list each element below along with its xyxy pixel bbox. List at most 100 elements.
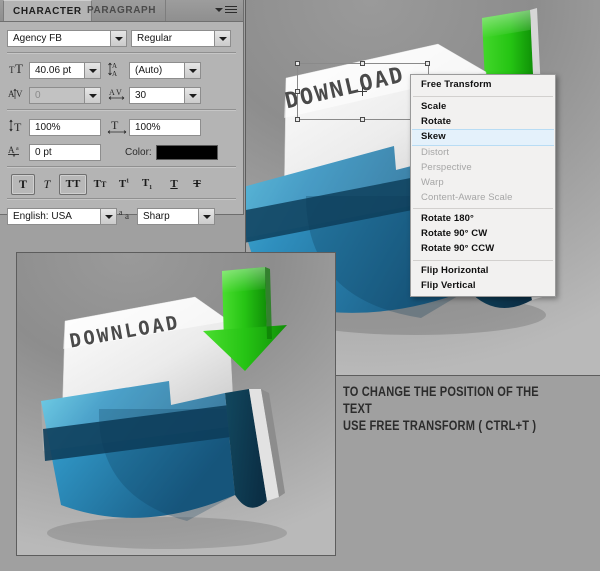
- svg-text:A: A: [109, 88, 115, 97]
- anti-alias-select[interactable]: Sharp: [137, 208, 215, 225]
- menu-item-distort: Distort: [411, 146, 555, 161]
- divider: [7, 198, 236, 200]
- subscript-button[interactable]: T1: [136, 175, 158, 194]
- font-style-select[interactable]: Regular: [131, 30, 231, 47]
- size-leading-row: TT 40.06 pt AA (Auto): [7, 59, 236, 81]
- chevron-down-icon[interactable]: [84, 87, 100, 104]
- vertical-scale-input[interactable]: 100%: [29, 119, 101, 136]
- panel-tab-bar: CHARACTER PARAGRAPH: [0, 0, 243, 22]
- small-caps-button[interactable]: TT: [88, 175, 112, 194]
- scale-row: T 100% T 100%: [7, 116, 236, 138]
- transform-handle-tl[interactable]: [295, 61, 300, 66]
- divider: [7, 109, 236, 111]
- strikethrough-button[interactable]: T: [186, 175, 208, 194]
- kerning-value: 0: [35, 90, 41, 101]
- horizontal-scale-input[interactable]: 100%: [129, 119, 201, 136]
- kerning-icon: AV: [7, 86, 29, 104]
- tracking-value: 30: [135, 90, 146, 101]
- chevron-down-icon[interactable]: [198, 208, 214, 225]
- font-style-value: Regular: [137, 33, 172, 44]
- all-caps-button[interactable]: TT: [59, 174, 87, 195]
- leading-input[interactable]: (Auto): [129, 62, 201, 79]
- chevron-down-icon[interactable]: [184, 62, 200, 79]
- svg-text:T: T: [15, 61, 23, 75]
- leading-value: (Auto): [135, 65, 162, 76]
- menu-separator: [413, 260, 553, 261]
- vertical-scale-icon: T: [7, 118, 29, 136]
- menu-item-free-transform[interactable]: Free Transform: [411, 78, 555, 93]
- font-size-input[interactable]: 40.06 pt: [29, 62, 101, 79]
- menu-item-scale[interactable]: Scale: [411, 100, 555, 115]
- kerning-tracking-row: AV 0 AV 30: [7, 84, 236, 106]
- chevron-down-icon[interactable]: [110, 30, 126, 47]
- chevron-down-icon[interactable]: [214, 30, 230, 47]
- menu-item-skew[interactable]: Skew: [412, 129, 554, 146]
- menu-item-rotate-90-cw[interactable]: Rotate 90° CW: [411, 227, 555, 242]
- faux-bold-button[interactable]: T: [11, 174, 35, 195]
- transform-handle-bc[interactable]: [360, 117, 365, 122]
- type-style-buttons: T T TT TT T1 T1 T: [7, 173, 236, 195]
- divider: [7, 166, 236, 168]
- transform-handle-ml[interactable]: [295, 89, 300, 94]
- chevron-down-icon[interactable]: [84, 62, 100, 79]
- menu-item-rotate-90-ccw[interactable]: Rotate 90° CCW: [411, 242, 555, 257]
- menu-separator: [413, 96, 553, 97]
- baseline-shift-input[interactable]: 0 pt: [29, 144, 101, 161]
- tutorial-image-bottom: DOWNLOAD: [16, 252, 336, 556]
- chevron-down-icon[interactable]: [184, 87, 200, 104]
- svg-text:a: a: [119, 208, 123, 217]
- svg-text:T: T: [14, 120, 22, 133]
- svg-text:A: A: [8, 145, 15, 155]
- divider: [7, 52, 236, 54]
- screenshot-stage: DOWNLOAD Free Transform ScaleRotateSkewDi…: [0, 0, 600, 571]
- menu-item-warp: Warp: [411, 176, 555, 191]
- underline-button[interactable]: T: [163, 175, 185, 194]
- font-size-icon: TT: [7, 61, 29, 79]
- caption-line-1: TO CHANGE THE POSITION OF THE TEXT: [343, 383, 548, 417]
- superscript-button[interactable]: T1: [113, 175, 135, 194]
- caption-text: TO CHANGE THE POSITION OF THE TEXT USE F…: [343, 383, 548, 434]
- caption-line-2: USE FREE TRANSFORM ( CTRL+T ): [343, 417, 548, 434]
- transform-reference-point[interactable]: [358, 87, 367, 96]
- color-label: Color:: [125, 147, 152, 158]
- font-row: Agency FB Regular: [7, 27, 236, 49]
- transform-handle-tc[interactable]: [360, 61, 365, 66]
- language-select[interactable]: English: USA: [7, 208, 117, 225]
- text-color-swatch[interactable]: [156, 145, 218, 160]
- panel-body: Agency FB Regular TT 40.06 pt: [0, 22, 243, 227]
- svg-text:V: V: [116, 88, 122, 97]
- panel-menu-icon[interactable]: [215, 5, 237, 16]
- menu-item-perspective: Perspective: [411, 161, 555, 176]
- tracking-icon: AV: [107, 86, 129, 104]
- svg-text:a: a: [125, 211, 129, 221]
- anti-alias-value: Sharp: [143, 211, 170, 222]
- horizontal-scale-icon: T: [107, 118, 129, 136]
- svg-text:T: T: [111, 118, 119, 132]
- menu-item-flip-vertical[interactable]: Flip Vertical: [411, 279, 555, 294]
- tracking-input[interactable]: 30: [129, 87, 201, 104]
- anti-alias-icon: aa: [117, 207, 137, 225]
- font-family-select[interactable]: Agency FB: [7, 30, 127, 47]
- menu-item-flip-horizontal[interactable]: Flip Horizontal: [411, 264, 555, 279]
- menu-item-rotate[interactable]: Rotate: [411, 115, 555, 130]
- transform-context-menu[interactable]: Free Transform ScaleRotateSkewDistortPers…: [410, 74, 556, 297]
- chevron-down-icon[interactable]: [100, 208, 116, 225]
- language-antialias-row: English: USA aa Sharp: [7, 205, 236, 227]
- svg-text:A: A: [112, 70, 117, 77]
- tab-paragraph[interactable]: PARAGRAPH: [78, 0, 166, 21]
- svg-text:a: a: [16, 146, 19, 152]
- svg-text:A: A: [112, 62, 117, 70]
- svg-text:V: V: [16, 89, 23, 99]
- menu-item-rotate-180[interactable]: Rotate 180°: [411, 212, 555, 227]
- font-size-value: 40.06 pt: [35, 65, 71, 76]
- language-value: English: USA: [13, 211, 72, 222]
- kerning-input[interactable]: 0: [29, 87, 101, 104]
- transform-handle-tr[interactable]: [425, 61, 430, 66]
- menu-item-content-aware-scale: Content-Aware Scale: [411, 191, 555, 206]
- character-panel: CHARACTER PARAGRAPH Agency FB Regular: [0, 0, 244, 215]
- folder-artwork-bottom: [17, 253, 336, 556]
- leading-icon: AA: [107, 61, 129, 79]
- menu-separator: [413, 208, 553, 209]
- faux-italic-button[interactable]: T: [36, 175, 58, 194]
- transform-handle-bl[interactable]: [295, 117, 300, 122]
